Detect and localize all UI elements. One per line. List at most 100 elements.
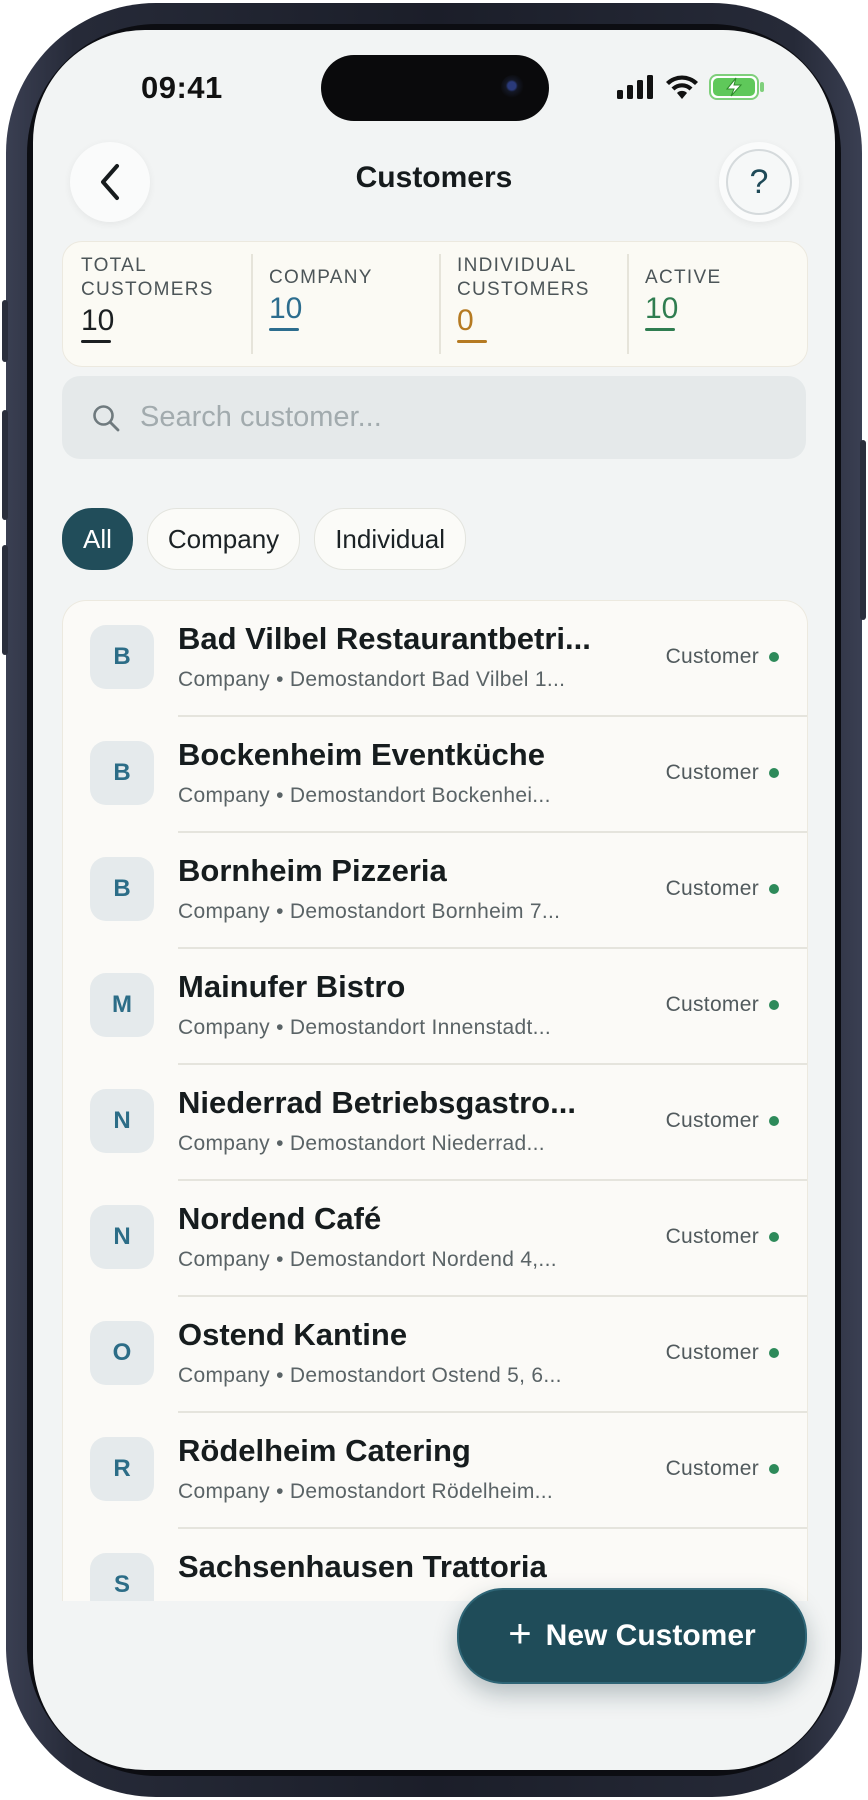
- stat-underline: [81, 340, 111, 343]
- customer-row[interactable]: M Mainufer Bistro Company • Demostandort I…: [63, 949, 807, 1065]
- status-badge: Customer: [666, 993, 779, 1017]
- status-dot-icon: [769, 884, 779, 894]
- avatar: R: [90, 1437, 154, 1501]
- app-screen: 09:41 Customers ? Total Customers: [33, 30, 835, 1770]
- avatar: B: [90, 857, 154, 921]
- status-icons: [617, 72, 765, 102]
- status-badge: Customer: [666, 1109, 779, 1133]
- plus-icon: +: [508, 1612, 532, 1656]
- new-customer-label: New Customer: [545, 1619, 756, 1652]
- stat-underline: [269, 328, 299, 331]
- stat-value: 10: [81, 304, 115, 337]
- search-bar[interactable]: [62, 376, 806, 459]
- new-customer-button[interactable]: + New Customer: [457, 1588, 807, 1684]
- avatar: B: [90, 625, 154, 689]
- volume-up-button: [2, 410, 8, 520]
- status-label: Customer: [665, 761, 759, 784]
- status-label: Customer: [665, 1341, 759, 1364]
- status-badge: Customer: [666, 877, 779, 901]
- avatar: S: [90, 1553, 154, 1601]
- help-button[interactable]: ?: [719, 142, 799, 222]
- dynamic-island: [321, 55, 549, 121]
- status-badge: Customer: [666, 761, 779, 785]
- customer-name: Bad Vilbel Restaurantbetri...: [178, 621, 591, 656]
- customer-subtitle: Company • Demostandort Bornheim 7...: [178, 900, 561, 923]
- avatar: N: [90, 1205, 154, 1269]
- status-time: 09:41: [141, 70, 223, 105]
- status-label: Customer: [665, 877, 759, 900]
- status-label: Customer: [665, 1225, 759, 1248]
- stat-value: 10: [645, 292, 679, 325]
- customer-name: Niederrad Betriebsgastro...: [178, 1085, 576, 1120]
- status-badge: Customer: [666, 1457, 779, 1481]
- stat-label: Total Customers: [81, 255, 214, 300]
- stat-value: 10: [269, 292, 303, 325]
- customer-name: Bornheim Pizzeria: [178, 853, 447, 888]
- filter-individual[interactable]: Individual: [314, 508, 467, 570]
- customer-name: Nordend Café: [178, 1201, 382, 1236]
- customer-row[interactable]: B Bockenheim Eventküche Company • Demostan…: [63, 717, 807, 833]
- stat-label: Company: [269, 267, 373, 288]
- status-dot-icon: [769, 1000, 779, 1010]
- stat-label: Individual Customers: [457, 255, 590, 300]
- customer-list: B Bad Vilbel Restaurantbetri... Company • …: [62, 600, 808, 1601]
- status-dot-icon: [769, 768, 779, 778]
- status-label: Customer: [665, 1109, 759, 1132]
- avatar: O: [90, 1321, 154, 1385]
- help-icon: ?: [726, 149, 792, 215]
- filter-all[interactable]: All: [62, 508, 133, 570]
- stat-total-customers: Total Customers 10: [63, 242, 251, 366]
- avatar: N: [90, 1089, 154, 1153]
- customer-subtitle: Company • Demostandort Bockenhei...: [178, 784, 551, 807]
- customer-row[interactable]: B Bornheim Pizzeria Company • Demostandort…: [63, 833, 807, 949]
- page-title: Customers: [355, 161, 513, 194]
- status-badge: Customer: [666, 1225, 779, 1249]
- customer-subtitle: Company • Demostandort Nordend 4,...: [178, 1248, 557, 1271]
- stat-company: Company 10: [251, 242, 439, 366]
- customer-subtitle: Company • Demostandort Niederrad...: [178, 1132, 545, 1155]
- customer-subtitle: Company • Demostandort Ostend 5, 6...: [178, 1364, 562, 1387]
- customer-row[interactable]: B Bad Vilbel Restaurantbetri... Company • …: [63, 601, 807, 717]
- customer-row[interactable]: O Ostend Kantine Company • Demostandort Os…: [63, 1297, 807, 1413]
- customer-row[interactable]: R Rödelheim Catering Company • Demostandor…: [63, 1413, 807, 1529]
- power-button: [860, 440, 866, 620]
- status-dot-icon: [769, 652, 779, 662]
- stat-label: Active: [645, 267, 722, 288]
- customer-subtitle: Company • Demostandort Bad Vilbel 1...: [178, 668, 566, 691]
- customer-name: Sachsenhausen Trattoria: [178, 1549, 547, 1584]
- status-dot-icon: [769, 1348, 779, 1358]
- customer-name: Ostend Kantine: [178, 1317, 408, 1352]
- filter-company[interactable]: Company: [146, 508, 301, 570]
- status-label: Customer: [665, 1457, 759, 1480]
- action-button: [2, 300, 8, 362]
- search-input[interactable]: [138, 400, 742, 435]
- filter-chips: All Company Individual: [62, 508, 467, 570]
- stat-value: 0: [457, 304, 474, 337]
- volume-down-button: [2, 545, 8, 655]
- avatar: B: [90, 741, 154, 805]
- customer-stats-card: Total Customers 10 Company 10 Individual…: [62, 241, 808, 367]
- camera-icon: [501, 75, 525, 99]
- stat-active: Active 10: [627, 242, 815, 366]
- wifi-icon: [666, 75, 698, 99]
- stat-underline: [645, 328, 675, 331]
- status-dot-icon: [769, 1464, 779, 1474]
- status-label: Customer: [665, 645, 759, 668]
- status-badge: Customer: [666, 1341, 779, 1365]
- customer-row[interactable]: N Nordend Café Company • Demostandort Nord…: [63, 1181, 807, 1297]
- status-badge: Customer: [666, 645, 779, 669]
- search-icon: [93, 404, 120, 431]
- customer-subtitle: Company • Demostandort Innenstadt...: [178, 1016, 552, 1039]
- status-dot-icon: [769, 1116, 779, 1126]
- signal-icon: [617, 75, 653, 99]
- customer-subtitle: Company • Demostandort Rödelheim...: [178, 1480, 554, 1503]
- customer-name: Mainufer Bistro: [178, 969, 406, 1004]
- stat-individual-customers: Individual Customers 0: [439, 242, 627, 366]
- avatar: M: [90, 973, 154, 1037]
- customer-name: Bockenheim Eventküche: [178, 737, 545, 772]
- customer-row[interactable]: N Niederrad Betriebsgastro... Company • De…: [63, 1065, 807, 1181]
- status-label: Customer: [665, 993, 759, 1016]
- battery-icon: [709, 74, 764, 100]
- customer-name: Rödelheim Catering: [178, 1433, 471, 1468]
- stat-underline: [457, 340, 487, 343]
